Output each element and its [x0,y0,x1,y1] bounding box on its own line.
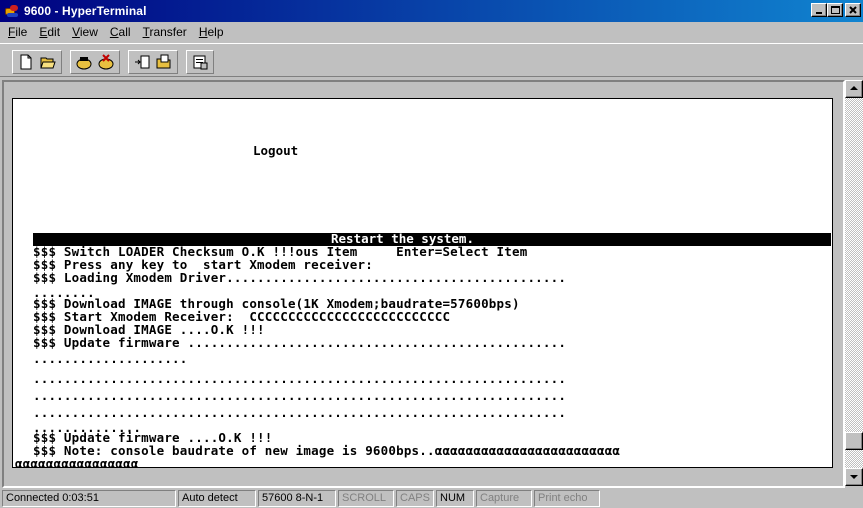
receive-icon [156,54,171,69]
terminal-line: ........................................… [33,371,567,386]
menu-call[interactable]: Call [104,25,137,39]
terminal-line-text: αααααααααααααααα [15,456,139,468]
connect-icon [76,57,92,70]
terminal-line: $$$ Update firmware ....................… [33,335,567,350]
status-bar: Connected 0:03:51 Auto detect 57600 8-N-… [0,488,863,508]
close-icon [849,6,857,14]
menu-bar: File Edit View Call Transfer Help [0,22,863,42]
close-button[interactable] [845,3,861,17]
menu-transfer-label: ransfer [149,25,187,39]
menu-help[interactable]: Help [193,25,230,39]
connect-button[interactable] [75,52,93,72]
menu-edit-label: dit [47,25,61,39]
terminal-line-last: αααααααααααααααα [15,456,147,468]
menu-call-label: all [118,25,131,39]
title-bar[interactable]: 9600 - HyperTerminal [0,0,863,22]
minimize-button[interactable] [811,3,827,17]
toolbar-group-file [12,50,62,74]
hyperterminal-icon[interactable] [4,3,20,19]
disconnect-button[interactable] [97,52,115,72]
scroll-up-button[interactable] [845,80,863,98]
menu-edit[interactable]: Edit [33,25,66,39]
menu-call-mnemonic: C [109,25,119,39]
properties-icon [193,55,208,70]
maximize-icon [831,6,840,14]
toolbar [0,43,863,77]
open-button[interactable] [39,52,57,72]
disconnect-icon [98,54,114,70]
status-detect: Auto detect [178,489,256,507]
toolbar-group-transfer [128,50,178,74]
send-icon [135,55,150,69]
terminal-line: $$$ Loading Xmodem Driver...............… [33,270,567,285]
terminal-screen[interactable]: Logout Restart the system. $$$ Switch LO… [12,98,833,468]
terminal-frame: Logout Restart the system. $$$ Switch LO… [2,80,845,488]
toolbar-group-properties [186,50,214,74]
send-button[interactable] [133,52,151,72]
menu-file-label: ile [15,25,28,39]
status-params: 57600 8-N-1 [258,489,336,507]
status-capture: Capture [476,489,532,507]
new-icon [20,54,32,70]
menu-view[interactable]: View [66,25,104,39]
menu-help-label: elp [207,25,224,39]
scroll-thumb[interactable] [845,432,863,450]
status-scroll: SCROLL [338,489,394,507]
menu-transfer[interactable]: Transfer [137,25,193,39]
status-num: NUM [436,489,474,507]
terminal-line: ........................................… [33,405,567,420]
logout-heading: Logout [253,143,299,158]
arrow-up-icon [850,86,858,90]
menu-view-label: iew [79,25,98,39]
status-print-echo: Print echo [534,489,600,507]
menu-file[interactable]: File [2,25,33,39]
vertical-scrollbar[interactable] [845,80,863,488]
status-caps: CAPS [396,489,434,507]
toolbar-group-call [70,50,120,74]
open-icon [40,57,56,69]
maximize-button[interactable] [827,3,843,17]
terminal-line: .................... [33,351,188,366]
window-title: 9600 - HyperTerminal [24,4,147,18]
status-connected: Connected 0:03:51 [2,489,176,507]
arrow-down-icon [850,475,858,479]
new-button[interactable] [17,52,35,72]
properties-button[interactable] [191,52,209,72]
minimize-icon [816,12,822,14]
text-cursor [139,467,147,468]
receive-button[interactable] [155,52,173,72]
scroll-down-button[interactable] [845,468,863,486]
menu-view-mnemonic: V [72,25,80,39]
scroll-track[interactable] [845,98,863,468]
terminal-line: ........................................… [33,388,567,403]
